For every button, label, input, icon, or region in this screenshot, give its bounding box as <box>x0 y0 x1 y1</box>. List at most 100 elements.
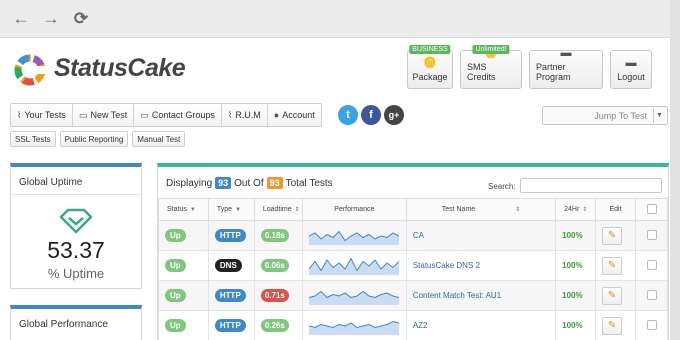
sub-menu: SSL Tests Public Reporting Manual Test <box>10 131 186 147</box>
uptime-cell: 100% <box>555 220 597 251</box>
select-cell <box>635 250 668 281</box>
row-checkbox[interactable] <box>646 319 657 330</box>
test-count-summary: Displaying 93 Out Of 93 Total Tests <box>166 177 333 189</box>
test-name-link[interactable]: StatusCake DNS 2 <box>413 261 480 270</box>
loadtime-badge: 0.06s <box>260 259 289 272</box>
app-header: StatusCake BUSINESS 🪙 Package Unlimited!… <box>0 38 670 98</box>
logout-button[interactable]: ▬ Logout <box>610 50 652 89</box>
col-select <box>635 198 668 221</box>
menu-account-label: Account <box>282 110 315 120</box>
reload-icon[interactable]: ⟳ <box>72 10 90 28</box>
forward-arrow-icon[interactable]: → <box>42 10 60 28</box>
logout-label: Logout <box>617 72 645 82</box>
col-type-label: Type <box>216 206 233 213</box>
edit-cell: ✎ <box>595 220 636 251</box>
type-badge: HTTP <box>214 319 246 332</box>
sms-credits-label: SMS Credits <box>467 62 496 82</box>
statuscake-logo-icon[interactable] <box>12 52 48 88</box>
uptime-unit: % Uptime <box>47 266 105 281</box>
coins-icon: 🪙 <box>423 57 437 69</box>
performance-cell <box>301 280 407 311</box>
col-test-name-label: Test Name <box>441 206 476 213</box>
menu-new-test[interactable]: ▭ New Test <box>73 104 135 126</box>
loadtime-badge: 0.26s <box>260 319 289 332</box>
partner-program-button[interactable]: ▬ Partner Program <box>529 47 603 89</box>
type-cell: HTTP <box>207 220 255 251</box>
chevron-down-icon: ▼ <box>653 108 665 123</box>
total-tests-label: Total Tests <box>285 177 333 189</box>
performance-sparkline <box>308 230 399 245</box>
global-performance-title: Global Performance <box>19 319 108 330</box>
performance-sparkline <box>308 320 399 335</box>
uptime-cell: 100% <box>555 310 597 340</box>
chart-icon: ⌇ <box>227 109 233 120</box>
test-name-cell: AZ2 <box>405 310 557 340</box>
sparkline-area <box>308 321 399 335</box>
brand-name[interactable]: StatusCake <box>54 54 186 83</box>
uptime-cell: 100% <box>555 280 597 311</box>
test-name-link[interactable]: CA <box>413 231 424 240</box>
loadtime-badge: 0.71s <box>260 289 289 302</box>
col-performance-label: Performance <box>334 206 375 213</box>
type-badge: DNS <box>214 259 242 272</box>
col-type[interactable]: Type ▼ <box>207 198 255 221</box>
twitter-icon[interactable]: t <box>338 105 358 125</box>
main-menu: ⌇ Your Tests ▭ New Test ▭ Contact Groups ⌇ R… <box>10 103 322 127</box>
menu-rum-label: R.U.M <box>235 110 261 120</box>
select-cell <box>635 310 668 340</box>
loadtime-cell: 0.26s <box>253 310 303 340</box>
edit-pencil-icon[interactable]: ✎ <box>602 226 623 245</box>
manual-test-button[interactable]: Manual Test <box>132 131 186 147</box>
table-row[interactable]: Up HTTP 0.18s CA 100% ✎ <box>158 220 668 251</box>
menu-rum[interactable]: ⌇ R.U.M <box>222 104 268 126</box>
type-badge: HTTP <box>214 229 246 242</box>
col-test-name[interactable]: Test Name ⇕ <box>405 198 557 221</box>
menu-account[interactable]: ● Account <box>268 104 321 126</box>
type-badge: HTTP <box>214 289 246 302</box>
table-row[interactable]: Up DNS 0.06s StatusCake DNS 2 100% ✎ <box>158 250 668 281</box>
menu-contact-groups[interactable]: ▭ Contact Groups <box>134 104 222 126</box>
package-label: Package <box>412 72 448 82</box>
col-status-label: Status <box>167 206 187 213</box>
facebook-icon[interactable]: f <box>361 105 381 125</box>
row-checkbox[interactable] <box>646 289 657 300</box>
table-row[interactable]: Up HTTP 0.26s AZ2 100% ✎ <box>158 310 668 340</box>
monitor-icon: ▭ <box>78 109 88 120</box>
col-24hr[interactable]: 24Hr ⇕ <box>555 198 597 221</box>
diamond-icon <box>59 208 93 234</box>
sms-credits-button[interactable]: Unlimited! 🪙 SMS Credits <box>460 45 522 89</box>
back-arrow-icon[interactable]: ← <box>12 10 30 28</box>
test-name-link[interactable]: Content Match Test: AU1 <box>413 291 501 300</box>
displaying-label: Displaying <box>166 177 213 189</box>
performance-cell <box>301 220 407 251</box>
select-all-checkbox[interactable] <box>646 203 657 214</box>
google-plus-icon[interactable]: g+ <box>384 105 404 125</box>
package-button[interactable]: BUSINESS 🪙 Package <box>407 45 453 89</box>
col-loadtime[interactable]: Loadtime ⇕ <box>253 198 303 221</box>
edit-pencil-icon[interactable]: ✎ <box>602 316 623 335</box>
browser-toolbar: ← → ⟳ <box>0 0 670 38</box>
edit-pencil-icon[interactable]: ✎ <box>602 286 623 305</box>
partner-program-label: Partner Program <box>536 62 571 82</box>
jump-to-test-label: Jump To Test <box>594 110 647 121</box>
public-reporting-button[interactable]: Public Reporting <box>59 131 129 147</box>
col-status[interactable]: Status ▼ <box>158 198 209 221</box>
ssl-tests-button[interactable]: SSL Tests <box>10 131 56 147</box>
search-label: Search: <box>488 182 516 191</box>
monitor-icon: ▭ <box>140 109 149 120</box>
row-checkbox[interactable] <box>646 259 657 270</box>
row-checkbox[interactable] <box>646 229 657 240</box>
type-cell: HTTP <box>207 280 255 311</box>
edit-pencil-icon[interactable]: ✎ <box>602 256 623 275</box>
uptime-24hr: 100% <box>562 261 583 270</box>
menu-your-tests[interactable]: ⌇ Your Tests <box>11 104 73 126</box>
sort-down-icon: ▼ <box>189 207 196 213</box>
menu-contact-groups-label: Contact Groups <box>151 110 215 120</box>
jump-to-test-select[interactable]: Jump To Test ▼ <box>542 106 668 125</box>
global-performance-panel: Global Performance <box>10 305 142 340</box>
total-count-badge: 93 <box>266 177 283 189</box>
table-row[interactable]: Up HTTP 0.71s Content Match Test: AU1 10… <box>158 280 668 311</box>
type-cell: HTTP <box>207 310 255 340</box>
test-name-link[interactable]: AZ2 <box>413 321 428 330</box>
search-input[interactable] <box>520 178 662 193</box>
